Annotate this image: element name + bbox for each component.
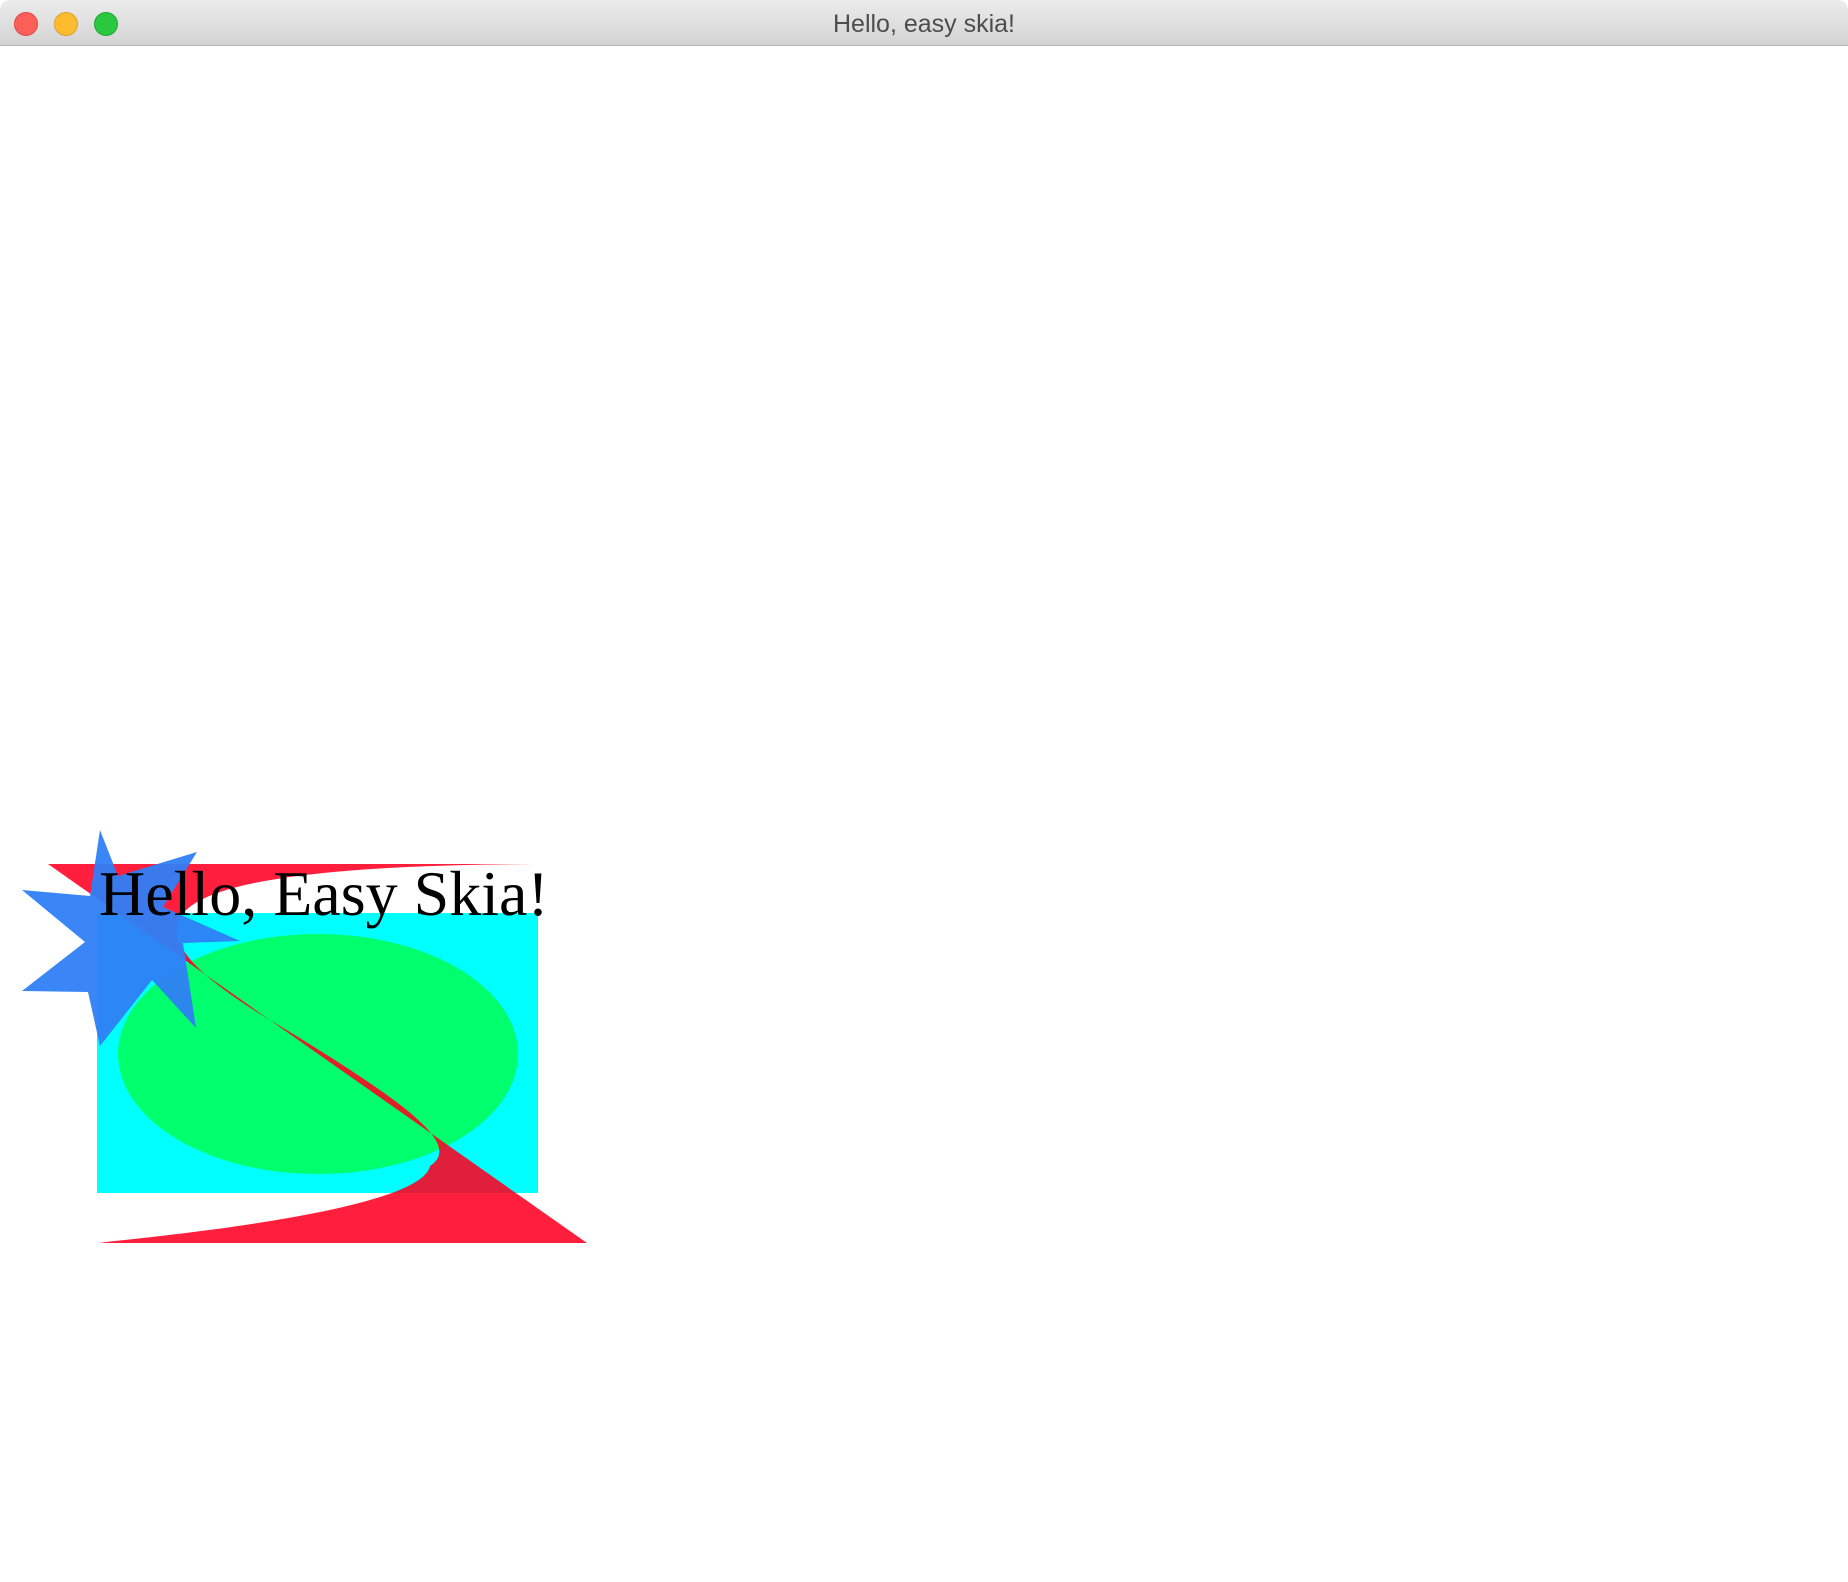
skia-canvas[interactable]: Hello, Easy Skia! <box>0 46 1848 1582</box>
title-bar[interactable]: Hello, easy skia! <box>0 0 1848 46</box>
window-title: Hello, easy skia! <box>832 10 1016 38</box>
app-window: Hello, easy skia! Hello, Easy Skia! <box>0 0 1848 1582</box>
canvas-text: Hello, Easy Skia! <box>99 858 549 929</box>
canvas-drawing: Hello, Easy Skia! <box>22 830 587 1243</box>
